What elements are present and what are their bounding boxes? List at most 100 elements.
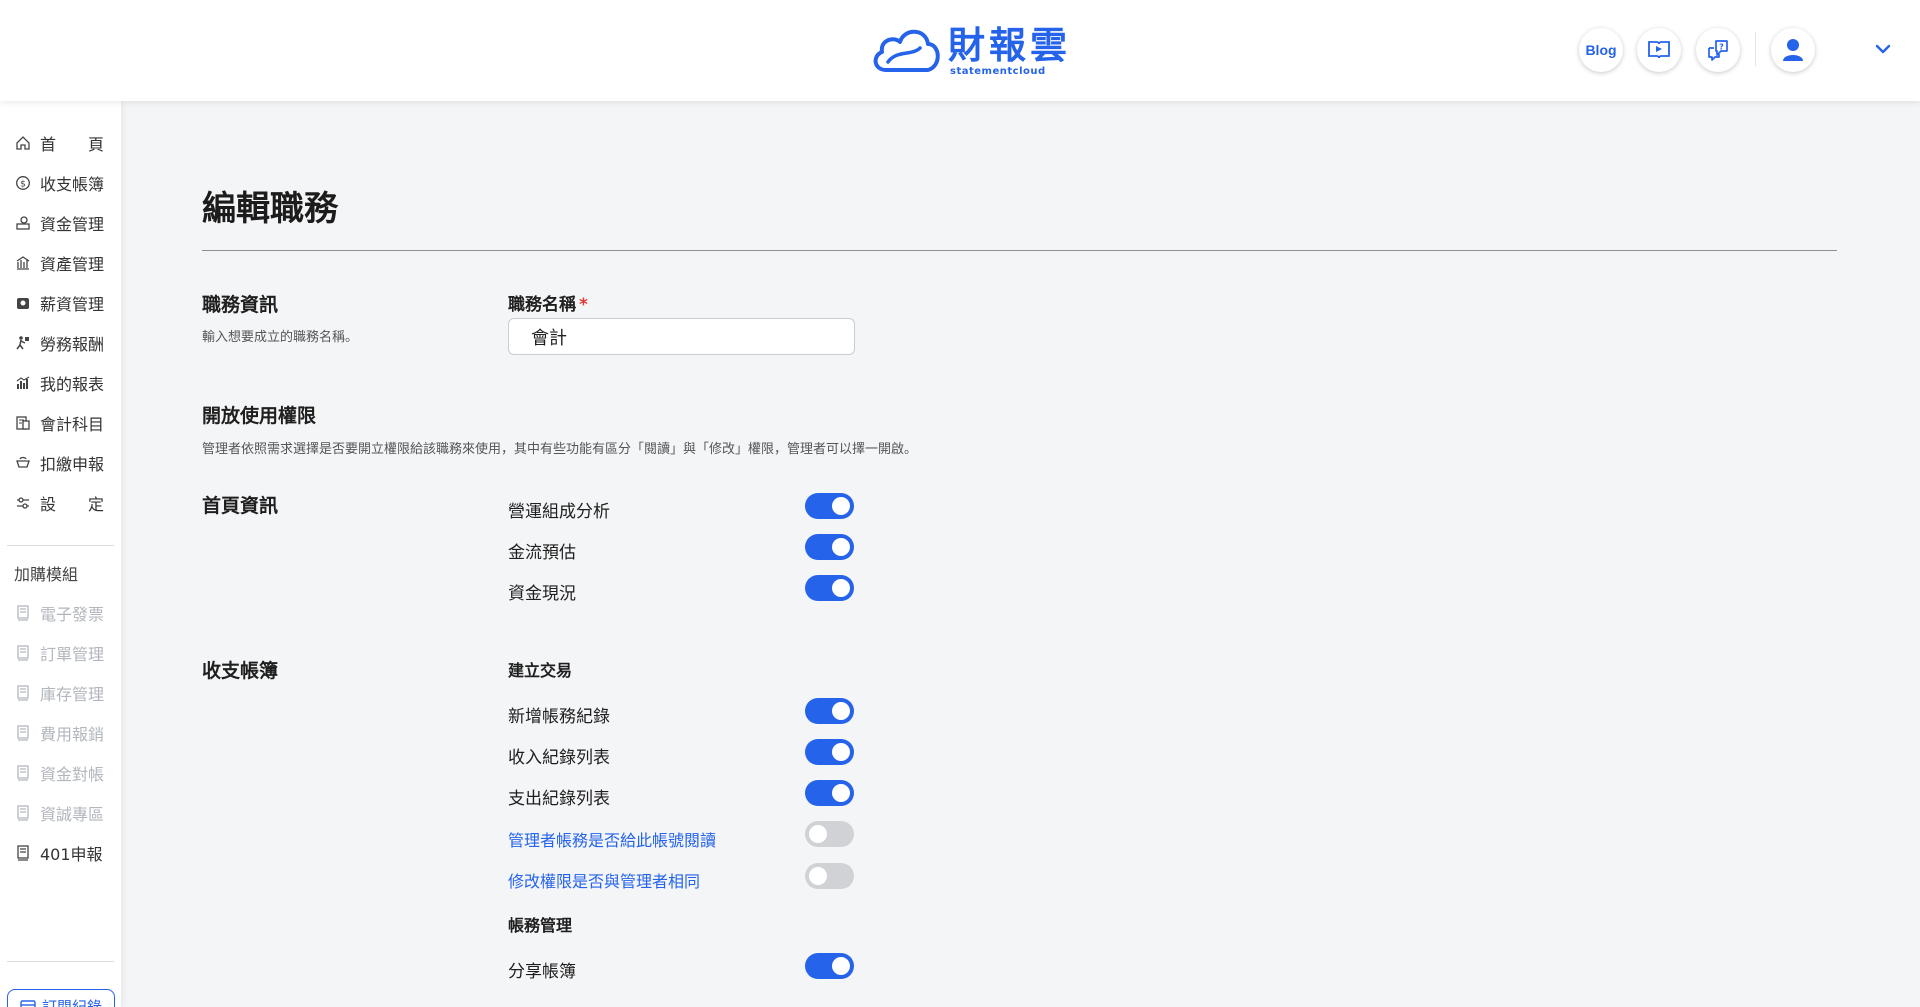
main-content: 編輯職務 職務資訊 輸入想要成立的職務名稱。 職務名稱* 開放使用權限 管理者依…	[121, 101, 1920, 1007]
cashbook-title: 收支帳簿	[202, 660, 279, 682]
receipt-icon	[20, 1000, 36, 1007]
module-icon	[14, 684, 32, 702]
payroll-icon	[14, 294, 32, 312]
settings-icon	[14, 494, 32, 512]
permissions-title: 開放使用權限	[202, 405, 317, 427]
job-name-label: 職務名稱 *	[508, 290, 588, 315]
user-avatar-button[interactable]	[1771, 28, 1815, 72]
toggle-knob	[809, 825, 827, 843]
cloud-logo-icon	[873, 29, 940, 72]
sidebar-item-home[interactable]: 首 頁	[14, 130, 104, 156]
toggle-knob	[832, 702, 850, 720]
toggle-knob	[832, 957, 850, 975]
sidebar-addon-orders[interactable]: 訂單管理	[14, 640, 104, 666]
module-icon	[14, 724, 32, 742]
subscription-label: 訂閱紀錄	[41, 997, 102, 1007]
sidebar-addon-e-invoice[interactable]: 電子發票	[14, 600, 104, 626]
group-account-management-title: 帳務管理	[508, 916, 573, 935]
permissions-desc: 管理者依照需求選擇是否要開立權限給該職務來使用，其中有些功能有區分「閱讀」與「修…	[202, 442, 918, 457]
sidebar-item-label: 會計科目	[40, 415, 105, 434]
video-tutorial-button[interactable]	[1637, 28, 1681, 72]
sidebar-item-withholding[interactable]: 扣繳申報	[14, 450, 104, 476]
asset-icon	[14, 254, 32, 272]
ledger-icon	[14, 414, 32, 432]
sidebar-item-label: 庫存管理	[40, 685, 105, 704]
logo-title: 財報雲	[948, 23, 1071, 67]
toggle-admin-read[interactable]	[805, 821, 854, 847]
job-name-input[interactable]	[508, 318, 855, 355]
toggle-add-entry[interactable]	[805, 698, 854, 724]
toggle-knob	[832, 579, 850, 597]
sidebar-addon-reconciliation[interactable]: 資金對帳	[14, 760, 104, 786]
help-chat-icon: ?	[1708, 40, 1728, 61]
sidebar-item-label: 扣繳申報	[40, 455, 105, 474]
sidebar-item-label: 首 頁	[40, 135, 105, 154]
job-info-title: 職務資訊	[202, 294, 279, 316]
labor-icon	[14, 334, 32, 352]
toggle-knob	[832, 497, 850, 515]
job-name-label-text: 職務名稱	[508, 295, 576, 315]
page-title: 編輯職務	[202, 189, 338, 229]
cash-icon: $	[14, 174, 32, 192]
logo-subtitle: statementcloud	[950, 65, 1046, 77]
required-mark: *	[579, 295, 588, 315]
toggle-share-book[interactable]	[805, 953, 854, 979]
toggle-knob	[832, 743, 850, 761]
sidebar-addon-401-filing[interactable]: 401申報	[14, 840, 104, 866]
sidebar-item-labor[interactable]: 勞務報酬	[14, 330, 104, 356]
sidebar-addon-inventory[interactable]: 庫存管理	[14, 680, 104, 706]
home-info-title: 首頁資訊	[202, 495, 279, 517]
user-avatar-icon	[1783, 39, 1803, 61]
sidebar-item-label: 訂單管理	[40, 645, 105, 664]
sidebar-divider	[7, 545, 114, 546]
sidebar-item-assets[interactable]: 資產管理	[14, 250, 104, 276]
toggle-same-edit-rights[interactable]	[805, 863, 854, 889]
module-icon	[14, 804, 32, 822]
sidebar-addon-expenses[interactable]: 費用報銷	[14, 720, 104, 746]
blog-button[interactable]: Blog	[1579, 28, 1623, 72]
sidebar-item-reports[interactable]: 我的報表	[14, 370, 104, 396]
group-create-transaction-title: 建立交易	[508, 661, 573, 680]
toggle-knob	[809, 867, 827, 885]
sidebar-item-label: 資金對帳	[40, 765, 105, 784]
sidebar-divider	[7, 961, 114, 962]
svg-text:$: $	[20, 180, 26, 190]
toggle-income-list[interactable]	[805, 739, 854, 765]
sidebar-item-label: 勞務報酬	[40, 335, 105, 354]
sidebar-item-label: 收支帳簿	[40, 175, 105, 194]
sidebar-item-label: 費用報銷	[40, 725, 105, 744]
perm-label-admin-read[interactable]: 管理者帳務是否給此帳號閱讀	[508, 827, 716, 851]
toggle-cashflow-forecast[interactable]	[805, 534, 854, 560]
svg-text:?: ?	[1719, 43, 1724, 52]
sidebar-item-funds[interactable]: 資金管理	[14, 210, 104, 236]
account-menu-toggle[interactable]	[1872, 38, 1894, 60]
subscription-records-button[interactable]: 訂閱紀錄	[7, 989, 115, 1007]
perm-label-same-edit-rights[interactable]: 修改權限是否與管理者相同	[508, 868, 700, 892]
sidebar-item-cashbook[interactable]: $ 收支帳簿	[14, 170, 104, 196]
title-divider	[202, 250, 1837, 251]
withholding-icon	[14, 454, 32, 472]
module-icon	[14, 764, 32, 782]
report-icon	[14, 374, 32, 392]
sidebar: 首 頁 $ 收支帳簿 資金管理 資產管理 薪資管理 勞務報酬 我的報表 會計科目…	[0, 101, 121, 1007]
perm-label-income-list: 收入紀錄列表	[508, 748, 610, 768]
chevron-down-icon	[1875, 44, 1891, 54]
sidebar-item-accounts[interactable]: 會計科目	[14, 410, 104, 436]
sidebar-item-label: 資誠專區	[40, 805, 105, 824]
help-chat-button[interactable]: ?	[1696, 28, 1740, 72]
toggle-operations-analysis[interactable]	[805, 493, 854, 519]
toggle-expense-list[interactable]	[805, 780, 854, 806]
sidebar-addon-pwc-zone[interactable]: 資誠專區	[14, 800, 104, 826]
perm-label-operations-analysis: 營運組成分析	[508, 502, 610, 522]
sidebar-item-label: 薪資管理	[40, 295, 105, 314]
sidebar-item-label: 設 定	[40, 495, 105, 514]
module-icon	[14, 844, 32, 862]
sidebar-item-label: 資產管理	[40, 255, 105, 274]
video-tutorial-icon	[1648, 41, 1670, 59]
top-header: 財報雲 statementcloud Blog ?	[0, 0, 1920, 101]
sidebar-item-settings[interactable]: 設 定	[14, 490, 104, 516]
app-logo[interactable]: 財報雲 statementcloud	[868, 22, 1071, 80]
job-info-desc: 輸入想要成立的職務名稱。	[202, 330, 359, 345]
toggle-fund-status[interactable]	[805, 575, 854, 601]
sidebar-item-payroll[interactable]: 薪資管理	[14, 290, 104, 316]
